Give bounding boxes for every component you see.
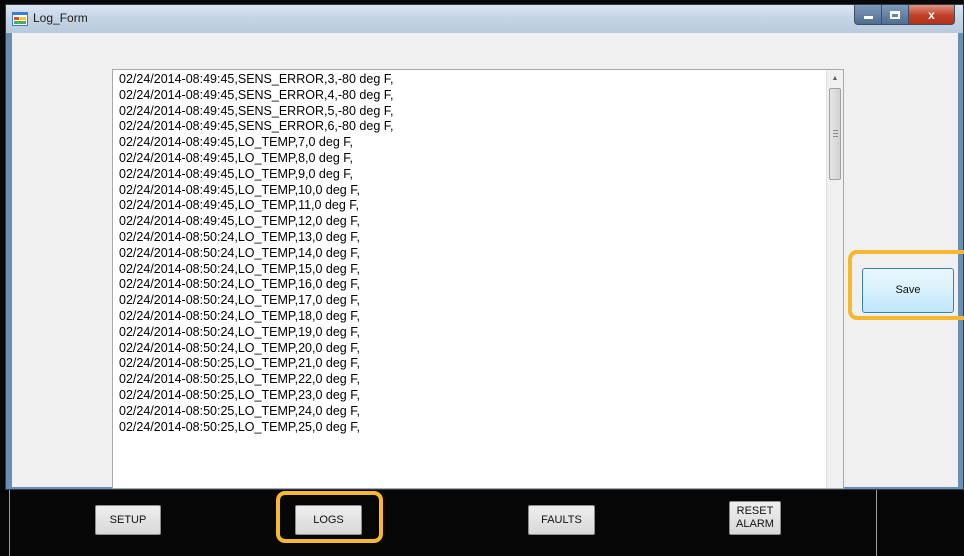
close-button[interactable]: x — [909, 5, 955, 25]
screen-background: Log_Form x 02/24/2014-08:49:45,SENS_ERRO… — [0, 0, 964, 556]
list-item[interactable]: 02/24/2014-08:49:45,SENS_ERROR,3,-80 deg… — [119, 72, 393, 88]
faults-button[interactable]: FAULTS — [528, 505, 595, 535]
list-item[interactable]: 02/24/2014-08:50:25,LO_TEMP,25,0 deg F, — [119, 420, 393, 436]
list-item[interactable]: 02/24/2014-08:50:25,LO_TEMP,24,0 deg F, — [119, 404, 393, 420]
log-listbox[interactable]: 02/24/2014-08:49:45,SENS_ERROR,3,-80 deg… — [112, 69, 844, 489]
list-item[interactable]: 02/24/2014-08:49:45,LO_TEMP,10,0 deg F, — [119, 183, 393, 199]
minimize-button[interactable] — [854, 5, 882, 25]
list-item[interactable]: 02/24/2014-08:50:24,LO_TEMP,17,0 deg F, — [119, 293, 393, 309]
vertical-scrollbar[interactable]: ▲ — [826, 70, 843, 488]
maximize-icon — [890, 10, 900, 19]
grip-icon — [833, 130, 838, 137]
list-item[interactable]: 02/24/2014-08:50:24,LO_TEMP,14,0 deg F, — [119, 246, 393, 262]
logs-button[interactable]: LOGS — [295, 505, 362, 535]
up-arrow-icon[interactable]: ▲ — [827, 70, 843, 87]
list-item[interactable]: 02/24/2014-08:49:45,LO_TEMP,11,0 deg F, — [119, 198, 393, 214]
list-item[interactable]: 02/24/2014-08:50:24,LO_TEMP,19,0 deg F, — [119, 325, 393, 341]
list-item[interactable]: 02/24/2014-08:50:25,LO_TEMP,21,0 deg F, — [119, 356, 393, 372]
list-item[interactable]: 02/24/2014-08:49:45,LO_TEMP,8,0 deg F, — [119, 151, 393, 167]
log-form-window: Log_Form x 02/24/2014-08:49:45,SENS_ERRO… — [5, 4, 964, 490]
list-item[interactable]: 02/24/2014-08:49:45,SENS_ERROR,4,-80 deg… — [119, 88, 393, 104]
list-item[interactable]: 02/24/2014-08:50:25,LO_TEMP,23,0 deg F, — [119, 388, 393, 404]
title-bar[interactable]: Log_Form x — [6, 5, 963, 33]
reset-alarm-label-line2: ALARM — [736, 518, 774, 530]
form-icon — [12, 12, 28, 26]
scrollbar-thumb[interactable] — [829, 88, 841, 180]
list-item[interactable]: 02/24/2014-08:50:24,LO_TEMP,16,0 deg F, — [119, 277, 393, 293]
window-title: Log_Form — [33, 11, 88, 25]
list-item[interactable]: 02/24/2014-08:49:45,LO_TEMP,7,0 deg F, — [119, 135, 393, 151]
list-item[interactable]: 02/24/2014-08:50:24,LO_TEMP,20,0 deg F, — [119, 341, 393, 357]
list-item[interactable]: 02/24/2014-08:50:24,LO_TEMP,15,0 deg F, — [119, 262, 393, 278]
list-item[interactable]: 02/24/2014-08:49:45,LO_TEMP,12,0 deg F, — [119, 214, 393, 230]
list-item[interactable]: 02/24/2014-08:49:45,LO_TEMP,9,0 deg F, — [119, 167, 393, 183]
setup-button[interactable]: SETUP — [95, 505, 161, 535]
nav-divider — [876, 490, 877, 556]
close-icon: x — [928, 7, 935, 22]
list-item[interactable]: 02/24/2014-08:49:45,SENS_ERROR,6,-80 deg… — [119, 119, 393, 135]
list-item[interactable]: 02/24/2014-08:50:24,LO_TEMP,13,0 deg F, — [119, 230, 393, 246]
reset-alarm-button[interactable]: RESET ALARM — [729, 501, 781, 535]
save-button[interactable]: Save — [862, 268, 954, 313]
list-item[interactable]: 02/24/2014-08:49:45,SENS_ERROR,5,-80 deg… — [119, 104, 393, 120]
nav-divider — [9, 490, 10, 556]
maximize-button[interactable] — [882, 5, 909, 25]
window-controls: x — [854, 5, 955, 25]
minimize-icon — [863, 16, 873, 19]
log-lines: 02/24/2014-08:49:45,SENS_ERROR,3,-80 deg… — [119, 72, 393, 435]
reset-alarm-label-line1: RESET — [736, 505, 774, 517]
form-client-area: 02/24/2014-08:49:45,SENS_ERROR,3,-80 deg… — [12, 33, 958, 489]
list-item[interactable]: 02/24/2014-08:50:24,LO_TEMP,18,0 deg F, — [119, 309, 393, 325]
list-item[interactable]: 02/24/2014-08:50:25,LO_TEMP,22,0 deg F, — [119, 372, 393, 388]
